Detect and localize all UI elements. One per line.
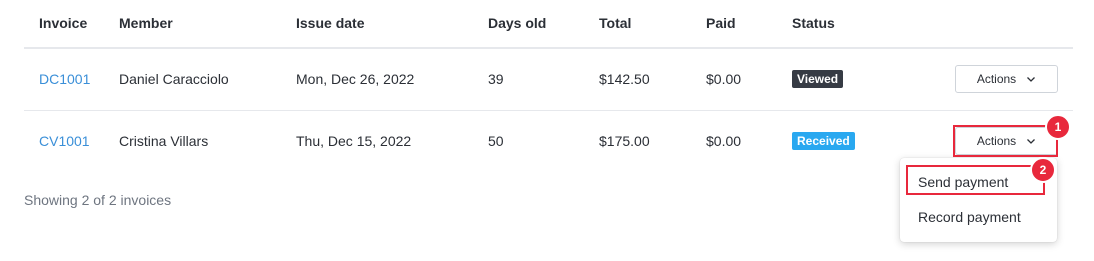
table-header: Invoice Member Issue date Days old Total… [24,0,1073,49]
header-status[interactable]: Status [792,15,835,31]
paid-amount: $0.00 [706,71,742,87]
member-name: Daniel Caracciolo [119,71,229,87]
total-amount: $175.00 [599,133,650,149]
issue-date: Thu, Dec 15, 2022 [296,133,412,149]
header-paid[interactable]: Paid [706,15,736,31]
header-total[interactable]: Total [599,15,631,31]
menu-item-send-payment[interactable]: Send payment [918,174,1008,190]
days-old: 50 [488,133,504,149]
actions-button[interactable]: Actions [955,127,1058,155]
total-amount: $142.50 [599,71,650,87]
chevron-down-icon [1027,77,1036,82]
step-marker-2: 2 [1030,157,1056,183]
member-name: Cristina Villars [119,133,209,149]
invoice-link[interactable]: CV1001 [39,133,90,149]
days-old: 39 [488,71,504,87]
actions-label: Actions [976,134,1017,148]
actions-label: Actions [976,72,1017,86]
table-row: DC1001 Daniel Caracciolo Mon, Dec 26, 20… [24,49,1073,111]
header-issue-date[interactable]: Issue date [296,15,364,31]
actions-button[interactable]: Actions [955,65,1058,93]
invoices-panel: Invoice Member Issue date Days old Total… [0,0,1094,261]
pagination-summary: Showing 2 of 2 invoices [24,192,172,208]
status-badge: Viewed [792,70,844,88]
header-invoice[interactable]: Invoice [39,15,87,31]
menu-item-record-payment[interactable]: Record payment [918,209,1021,225]
issue-date: Mon, Dec 26, 2022 [296,71,415,87]
step-marker-1: 1 [1045,114,1071,140]
chevron-down-icon [1027,139,1036,144]
paid-amount: $0.00 [706,133,742,149]
header-days-old[interactable]: Days old [488,15,546,31]
invoice-link[interactable]: DC1001 [39,71,90,87]
status-badge: Received [792,132,855,150]
header-member[interactable]: Member [119,15,173,31]
